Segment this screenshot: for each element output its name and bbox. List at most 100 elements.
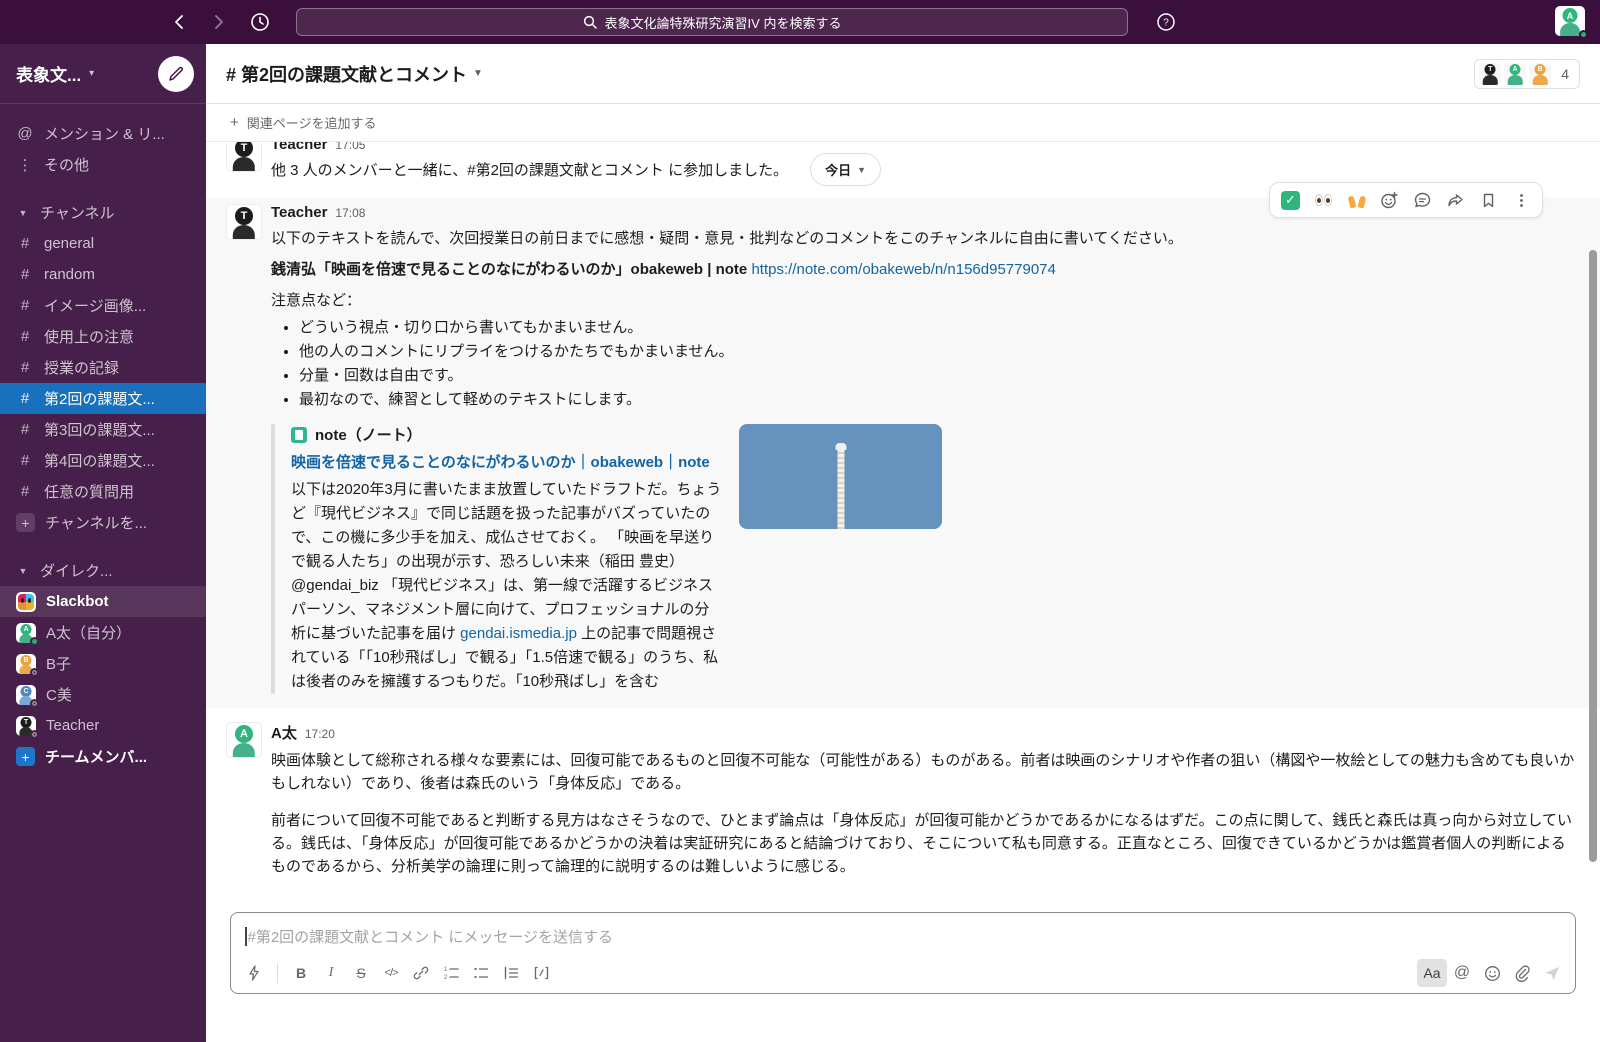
sidebar-item-channel-session2-selected[interactable]: #第2回の課題文... [0,383,206,414]
avatar: B [16,654,36,674]
tower-photo-shape [837,449,844,529]
gendai-link[interactable]: gendai.ismedia.jp [460,625,577,642]
plus-icon: + [16,513,35,532]
toolbar-separator [277,963,278,983]
inline-code-button[interactable]: </> [376,959,406,987]
emoji-button[interactable] [1477,959,1507,987]
quick-reaction-eyes-button[interactable] [1308,186,1339,214]
sidebar-item-dm-self[interactable]: A A太（自分） [0,617,206,648]
white-check-mark-emoji-icon: ✓ [1281,191,1300,210]
shortcuts-lightning-button[interactable] [239,959,269,987]
add-related-pages-button[interactable]: + 関連ページを追加する [206,104,1600,142]
main-panel: # 第2回の課題文献とコメント ▼ T A B 4 + 関連ページを追加する T [206,44,1600,1042]
composer-area: #第2回の課題文献とコメント にメッセージを送信する B I S </> [206,908,1600,994]
code-block-button[interactable] [526,959,556,987]
add-reaction-button[interactable] [1374,186,1405,214]
hash-icon: # [16,235,34,252]
hash-icon: # [16,359,34,376]
message-author[interactable]: Teacher [271,142,327,153]
sidebar-item-channel-images[interactable]: #イメージ画像... [0,290,206,321]
ordered-list-button[interactable]: 12 [436,959,466,987]
bullet-item: 他の人のコメントにリプライをつけるかたちでもかまいません。 [299,340,1580,364]
workspace-name[interactable]: 表象文... [16,61,81,86]
message-composer[interactable]: #第2回の課題文献とコメント にメッセージを送信する B I S </> [230,912,1576,994]
hash-icon: # [16,483,34,500]
quick-reaction-hands-button[interactable] [1341,186,1372,214]
new-message-button[interactable] [158,56,194,92]
raised-hands-emoji-icon [1348,192,1366,208]
eyes-emoji-icon [1315,194,1332,206]
history-forward-button[interactable] [204,8,232,36]
message-input[interactable]: #第2回の課題文献とコメント にメッセージを送信する [231,913,1575,957]
add-channel-button[interactable]: + チャンネルを... [0,507,206,538]
sidebar-item-dm-teacher[interactable]: T Teacher [0,710,206,741]
italic-button[interactable]: I [316,959,346,987]
reply-in-thread-button[interactable] [1407,186,1438,214]
avatar: T [16,716,36,736]
share-message-button[interactable] [1440,186,1471,214]
search-input[interactable]: 表象文化論特殊研究演習IV 内を検索する [296,8,1128,36]
text-cursor [245,927,247,946]
quick-reaction-check-button[interactable]: ✓ [1275,186,1306,214]
strikethrough-button[interactable]: S [346,959,376,987]
show-formatting-button[interactable]: Aa [1417,959,1447,987]
attachment-title-link[interactable]: 映画を倍速で見ることのなにがわるいのか｜obakeweb｜note [291,451,723,474]
channel-title[interactable]: # 第2回の課題文献とコメント [226,61,467,87]
reference-url-link[interactable]: https://note.com/obakeweb/n/n156d9577907… [751,261,1055,278]
join-message-text: 他 3 人のメンバーと一緒に、#第2回の課題文献とコメント に参加しました。 [271,159,788,180]
bold-button[interactable]: B [286,959,316,987]
send-message-button[interactable] [1537,959,1567,987]
teacher-message: ✓ [206,198,1600,708]
reference-title: 銭清弘「映画を倍速で見ることのなにがわるいのか」obakeweb | note [271,261,747,278]
dms-section-header[interactable]: ▼ ダイレク... [0,555,206,586]
mention-button[interactable]: @ [1447,959,1477,987]
avatar: T [226,142,262,172]
sidebar-item-channel-random[interactable]: #random [0,259,206,290]
message-text: 以下のテキストを読んで、次回授業日の前日までに感想・疑問・意見・批判などのコメン… [271,227,1580,248]
link-preview-attachment: note（ノート） 映画を倍速で見ることのなにがわるいのか｜obakeweb｜n… [271,424,1580,694]
message-timestamp[interactable]: 17:08 [335,206,365,220]
atai-message: A A太 17:20 映画体験として総称される様々な要素には、回復可能であるもの… [206,716,1600,884]
sidebar-item-channel-session3[interactable]: #第3回の課題文... [0,414,206,445]
blockquote-button[interactable] [496,959,526,987]
channel-members-button[interactable]: T A B 4 [1474,59,1580,89]
message-timestamp[interactable]: 17:20 [305,727,335,741]
message-author[interactable]: A太 [271,722,297,743]
link-button[interactable] [406,959,436,987]
sidebar-item-dm-bko[interactable]: B B子 [0,648,206,679]
sidebar-item-dm-cmi[interactable]: C C美 [0,679,206,710]
scrollbar-thumb[interactable] [1589,250,1597,862]
sidebar-item-channel-usage[interactable]: #使用上の注意 [0,321,206,352]
composer-placeholder: #第2回の課題文献とコメント にメッセージを送信する [248,926,614,947]
search-icon [583,15,597,29]
hash-icon: # [16,390,34,407]
caret-down-icon: ▼ [16,208,30,218]
message-timestamp[interactable]: 17:05 [335,142,365,152]
sidebar-item-mentions[interactable]: @ メンション & リ... [0,118,206,149]
invite-members-button[interactable]: + チームメンバ... [0,741,206,772]
sidebar-item-channel-session4[interactable]: #第4回の課題文... [0,445,206,476]
date-divider-button[interactable]: 今日▼ [810,153,881,186]
attach-file-button[interactable] [1507,959,1537,987]
help-button[interactable]: ? [1152,8,1180,36]
plus-icon: + [230,114,239,131]
save-bookmark-button[interactable] [1473,186,1504,214]
message-author[interactable]: Teacher [271,204,327,221]
sidebar-item-dm-slackbot[interactable]: Slackbot [0,586,206,617]
chevron-down-icon: ▾ [89,68,158,79]
member-avatar: B [1529,63,1551,85]
workspace-header[interactable]: 表象文... ▾ [0,44,206,104]
bullet-list-button[interactable] [466,959,496,987]
channels-section-header[interactable]: ▼ チャンネル [0,197,206,228]
history-back-button[interactable] [166,8,194,36]
composer-toolbar: B I S </> 12 [231,957,1575,993]
user-avatar[interactable]: A [1555,6,1585,41]
sidebar-item-channel-questions[interactable]: #任意の質問用 [0,476,206,507]
sidebar-item-channel-general[interactable]: #general [0,228,206,259]
attachment-provider: note（ノート） [315,424,422,445]
sidebar-item-more[interactable]: ⋮ その他 [0,149,206,180]
more-actions-button[interactable] [1506,186,1537,214]
attachment-thumbnail-image[interactable] [739,424,942,529]
sidebar-item-channel-records[interactable]: #授業の記録 [0,352,206,383]
history-clock-icon[interactable] [246,8,274,36]
